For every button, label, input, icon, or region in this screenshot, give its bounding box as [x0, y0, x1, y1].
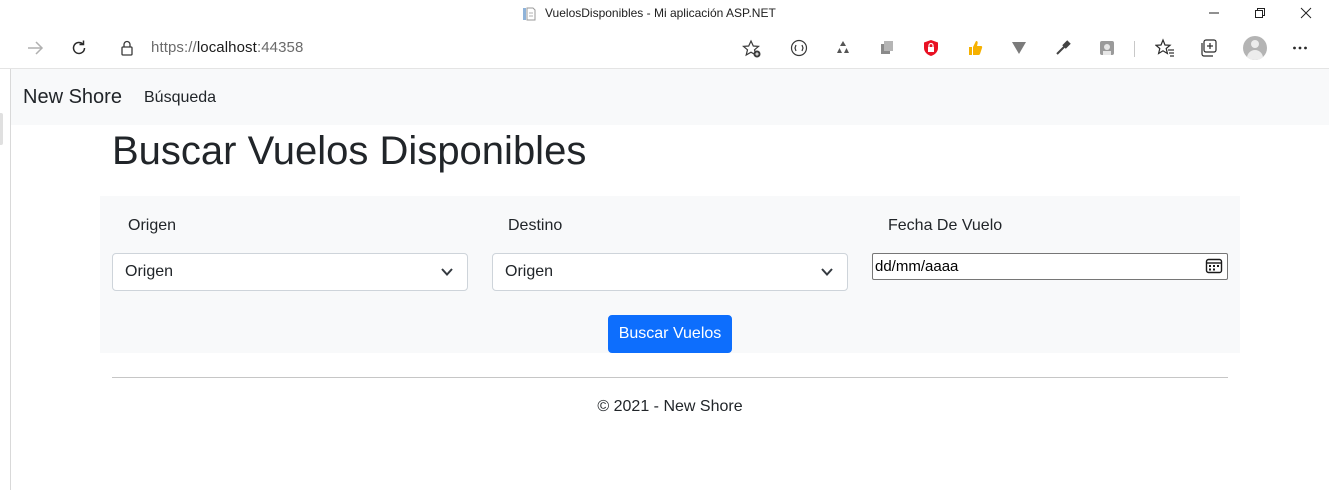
more-icon[interactable] — [1289, 37, 1311, 59]
copy-icon[interactable] — [876, 37, 898, 59]
favorites-icon[interactable] — [1154, 37, 1176, 59]
minimize-icon — [1209, 12, 1219, 14]
funnel-icon[interactable] — [1008, 37, 1030, 59]
profile-avatar[interactable] — [1243, 36, 1267, 60]
origin-label: Origen — [128, 217, 177, 234]
lock-icon — [121, 40, 133, 56]
destination-select-value: Origen — [505, 263, 554, 280]
destination-select[interactable]: Origen — [492, 253, 848, 291]
date-label: Fecha De Vuelo — [888, 217, 1003, 234]
restore-button[interactable] — [1237, 2, 1283, 24]
footer-copyright: © 2021 - New Shore — [597, 398, 743, 415]
minimize-button[interactable] — [1191, 2, 1237, 24]
nav-link-busqueda[interactable]: Búsqueda — [144, 89, 216, 107]
footer-divider — [112, 377, 1228, 378]
refresh-button[interactable] — [67, 36, 91, 60]
sidebar-handle[interactable] — [0, 113, 3, 145]
thumb-icon[interactable] — [964, 37, 986, 59]
flight-date-input[interactable]: dd/mm/aaaa — [872, 253, 1228, 280]
search-flights-button[interactable]: Buscar Vuelos — [608, 315, 732, 353]
date-placeholder: dd/mm/aaaa — [875, 258, 959, 275]
browser-toolbar: https://localhost:44358 — [0, 28, 1329, 68]
chevron-down-icon — [821, 268, 833, 276]
restore-icon — [1255, 8, 1265, 18]
url-scheme: https:// — [151, 39, 197, 56]
toolbar-separator — [1134, 41, 1135, 57]
page-title: Buscar Vuelos Disponibles — [112, 129, 587, 173]
app-navbar: New Shore Búsqueda — [11, 69, 1329, 125]
url-host: localhost — [196, 39, 257, 56]
immersive-reader-icon[interactable] — [788, 37, 810, 59]
eyedropper-icon[interactable] — [1052, 37, 1074, 59]
origin-select-value: Origen — [125, 263, 174, 280]
page-viewport: New Shore Búsqueda Buscar Vuelos Disponi… — [0, 68, 1329, 490]
shield-icon[interactable] — [920, 37, 942, 59]
search-form: Origen Destino Fecha De Vuelo Origen Ori… — [100, 196, 1240, 353]
forward-button[interactable] — [23, 36, 47, 60]
window-title: VuelosDisponibles - Mi aplicación ASP.NE… — [545, 6, 776, 20]
destination-label: Destino — [508, 217, 563, 234]
url-port: :44358 — [256, 39, 304, 56]
document-icon — [523, 7, 536, 21]
sidebar-strip — [0, 69, 11, 490]
calendar-icon[interactable] — [1205, 257, 1223, 275]
add-favorite-icon[interactable] — [742, 39, 762, 59]
close-icon — [1300, 7, 1312, 19]
photo-icon[interactable] — [1096, 37, 1118, 59]
refresh-icon — [72, 40, 86, 55]
origin-select[interactable]: Origen — [112, 253, 468, 291]
brand-link[interactable]: New Shore — [23, 86, 122, 109]
arrow-right-icon — [28, 41, 44, 55]
url-text: https://localhost:44358 — [151, 39, 303, 56]
collections-icon[interactable] — [1198, 37, 1220, 59]
recycle-icon[interactable] — [832, 37, 854, 59]
window-titlebar: VuelosDisponibles - Mi aplicación ASP.NE… — [0, 0, 1329, 28]
close-button[interactable] — [1283, 2, 1329, 24]
address-bar[interactable]: https://localhost:44358 — [106, 32, 772, 64]
chevron-down-icon — [441, 268, 453, 276]
